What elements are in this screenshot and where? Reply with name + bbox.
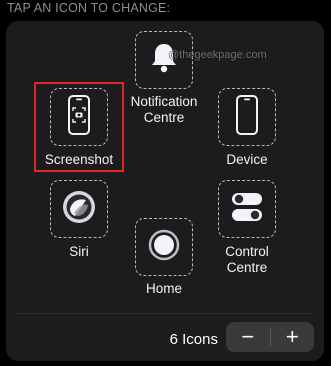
icon-count-stepper[interactable]: − + <box>226 322 314 352</box>
watermark-text: @thegeekpage.com <box>168 49 267 61</box>
increase-icons-button[interactable]: + <box>271 322 315 352</box>
panel-divider <box>16 313 312 314</box>
control-centre-slot[interactable] <box>218 180 276 238</box>
icon-count-label: 6 Icons <box>169 331 218 348</box>
home-slot[interactable] <box>135 218 193 276</box>
screenshot-slot[interactable] <box>50 88 108 146</box>
device-label: Device <box>226 152 268 167</box>
instruction-header: TAP AN ICON TO CHANGE: <box>7 1 171 15</box>
home-label: Home <box>145 281 182 296</box>
toggles-icon <box>230 191 264 228</box>
screenshot-icon <box>66 94 92 141</box>
iphone-icon <box>234 94 260 141</box>
home-button-icon <box>147 228 181 267</box>
screenshot-label: Screenshot <box>44 152 114 167</box>
control-centre-label: Control Centre <box>225 244 269 275</box>
device-slot[interactable] <box>218 88 276 146</box>
siri-slot[interactable] <box>50 180 108 238</box>
siri-icon <box>61 189 97 230</box>
notification-centre-label: Notification Centre <box>130 94 198 125</box>
decrease-icons-button[interactable]: − <box>226 322 270 352</box>
siri-label: Siri <box>69 244 89 259</box>
